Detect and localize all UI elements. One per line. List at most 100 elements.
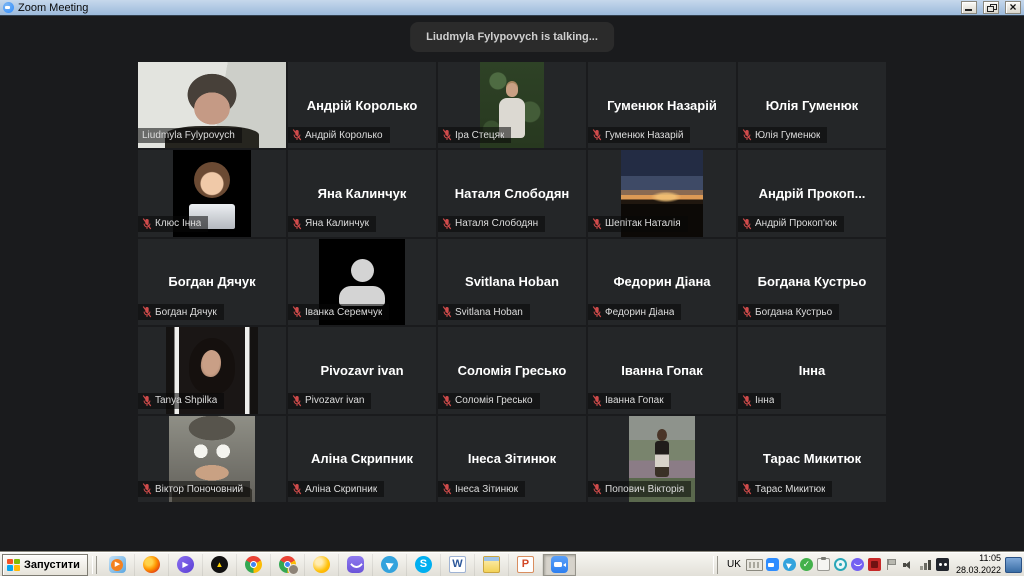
google-chrome-profile-icon [278, 556, 299, 575]
participant-tile[interactable]: Андрій Прокоп... Андрій Прокоп'юк [738, 150, 886, 237]
windows-logo-icon [7, 558, 20, 571]
muted-mic-icon [142, 218, 152, 230]
antivirus-check-tray-icon[interactable] [799, 558, 813, 571]
zoom-tray-icon[interactable] [765, 558, 779, 571]
muted-mic-icon [592, 483, 602, 495]
participant-tile[interactable]: Інна Інна [738, 327, 886, 414]
show-desktop-button[interactable] [1005, 556, 1022, 573]
muted-mic-icon [292, 129, 302, 141]
restore-button[interactable] [983, 1, 999, 14]
participant-tile[interactable]: Богдана Кустрьо Богдана Кустрьо [738, 238, 886, 326]
muted-mic-icon [742, 306, 752, 318]
flag-tray-icon[interactable] [885, 558, 898, 571]
participant-name-chip: Tanya Shpilka [138, 392, 225, 409]
participant-name-label: Іра Стецяк [455, 129, 505, 141]
participant-tile[interactable]: Попович Вікторія [588, 415, 736, 502]
muted-mic-icon [742, 218, 752, 230]
participant-name-label: Svitlana Hoban [455, 306, 523, 318]
participant-tile[interactable]: Іра Стецяк [438, 62, 586, 149]
aimp-icon [210, 556, 228, 573]
taskbar-app-telegram[interactable] [373, 553, 407, 576]
participant-tile[interactable]: Шепітак Наталія [588, 150, 736, 237]
clock-date: 28.03.2022 [955, 564, 1001, 575]
participant-tile[interactable]: Іванка Серемчук [288, 238, 436, 326]
muted-mic-icon [442, 218, 452, 230]
participant-tile[interactable]: Наталя Слободян Наталя Слободян [438, 150, 586, 237]
participant-tile[interactable]: Аліна Скрипник Аліна Скрипник [288, 415, 436, 502]
participant-tile[interactable]: Соломія Гресько Соломія Гресько [438, 327, 586, 414]
taskbar-app-ms-powerpoint[interactable] [509, 553, 543, 576]
participant-name-chip: Liudmyla Fylypovych [138, 128, 242, 144]
taskbar-app-skype[interactable] [407, 553, 441, 576]
participant-tile[interactable]: Федорин Діана Федорин Діана [588, 238, 736, 326]
taskbar-app-kmplayer[interactable] [169, 553, 203, 576]
muted-mic-icon [742, 129, 752, 141]
participant-tile[interactable]: Tanya Shpilka [138, 327, 286, 414]
muted-mic-icon [742, 394, 752, 407]
participant-name-chip: Наталя Слободян [438, 215, 546, 232]
participant-name-label: Попович Вікторія [605, 483, 685, 495]
taskbar-app-chrome-canary[interactable] [305, 553, 339, 576]
participant-tile[interactable]: Андрій Королько Андрій Королько [288, 62, 436, 149]
clipboard-tray-icon[interactable] [816, 557, 830, 571]
participant-tile[interactable]: Юлія Гуменюк Юлія Гуменюк [738, 62, 886, 149]
viber-icon [346, 556, 364, 573]
messenger-tray-icon[interactable] [935, 558, 949, 571]
taskbar-app-google-chrome-profile[interactable] [271, 553, 305, 576]
muted-mic-icon [292, 394, 302, 407]
participant-tile[interactable]: Іванна Гопак Іванна Гопак [588, 327, 736, 414]
telegram-tray-icon[interactable] [782, 558, 796, 571]
participant-name-label: Pivozavr ivan [305, 395, 365, 407]
participant-name-label: Богдан Дячук [155, 306, 217, 318]
chrome-canary-icon [312, 556, 330, 573]
participant-tile[interactable]: Інеса Зітинюк Інеса Зітинюк [438, 415, 586, 502]
taskbar-app-ms-word[interactable] [441, 553, 475, 576]
minimize-button[interactable] [961, 1, 977, 14]
taskbar-app-windows-media-player[interactable] [101, 553, 135, 576]
clock-time: 11:05 [979, 553, 1001, 564]
keyboard-layout-icon[interactable] [745, 558, 763, 571]
participant-name-chip: Тарас Микитюк [738, 481, 833, 497]
taskbar-app-viber[interactable] [339, 553, 373, 576]
participant-tile[interactable]: Яна Калинчук Яна Калинчук [288, 150, 436, 237]
participant-tile[interactable]: Тарас Микитюк Тарас Микитюк [738, 415, 886, 502]
participant-name-label: Аліна Скрипник [305, 483, 378, 495]
participant-name-label: Інеса Зітинюк [455, 483, 519, 495]
close-button[interactable] [1005, 0, 1021, 14]
taskbar-app-file-manager[interactable] [475, 553, 509, 576]
muted-mic-icon [442, 129, 452, 141]
eset-tray-icon[interactable] [833, 558, 847, 571]
network-signal-tray-icon[interactable] [918, 558, 932, 571]
taskbar-app-google-chrome[interactable] [237, 553, 271, 576]
muted-mic-icon [442, 306, 452, 318]
participant-tile[interactable]: Гуменюк Назарій Гуменюк Назарій [588, 62, 736, 149]
participant-tile[interactable]: Liudmyla Fylypovych [138, 62, 286, 149]
participant-name-chip: Богдана Кустрьо [738, 304, 840, 321]
participant-name-label: Богдана Кустрьо [755, 306, 833, 318]
participant-name-label: Іванна Гопак [605, 395, 664, 407]
taskbar-app-firefox[interactable] [135, 553, 169, 576]
participant-name-label: Федорин Діана [605, 306, 675, 318]
participant-name-chip: Іванка Серемчук [288, 304, 390, 321]
window-title: Zoom Meeting [18, 1, 89, 14]
participant-name-label: Андрій Прокоп'юк [755, 218, 837, 230]
participant-name-label: Інна [755, 395, 775, 407]
participant-tile[interactable]: Богдан Дячук Богдан Дячук [138, 238, 286, 326]
participant-name-chip: Інна [738, 392, 782, 409]
start-button-label: Запустити [24, 558, 80, 571]
participant-tile[interactable]: Svitlana Hoban Svitlana Hoban [438, 238, 586, 326]
participant-name-chip: Віктор Поночовний [138, 481, 251, 497]
participant-name-chip: Іванна Гопак [588, 392, 671, 409]
taskbar-app-zoom[interactable] [542, 553, 576, 576]
taskbar-clock[interactable]: 11:05 28.03.2022 [956, 553, 1001, 576]
participant-tile[interactable]: Віктор Поночовний [138, 415, 286, 502]
participant-tile[interactable]: Pivozavr ivan Pivozavr ivan [288, 327, 436, 414]
volume-tray-icon[interactable] [902, 558, 915, 571]
red-utility-tray-icon[interactable] [867, 558, 881, 571]
language-indicator[interactable]: UK [722, 557, 746, 572]
taskbar-app-aimp[interactable] [203, 553, 237, 576]
start-button[interactable]: Запустити [2, 553, 88, 576]
viber-tray-icon[interactable] [850, 558, 864, 571]
file-manager-icon [482, 556, 500, 573]
participant-tile[interactable]: Клюс Інна [138, 150, 286, 237]
